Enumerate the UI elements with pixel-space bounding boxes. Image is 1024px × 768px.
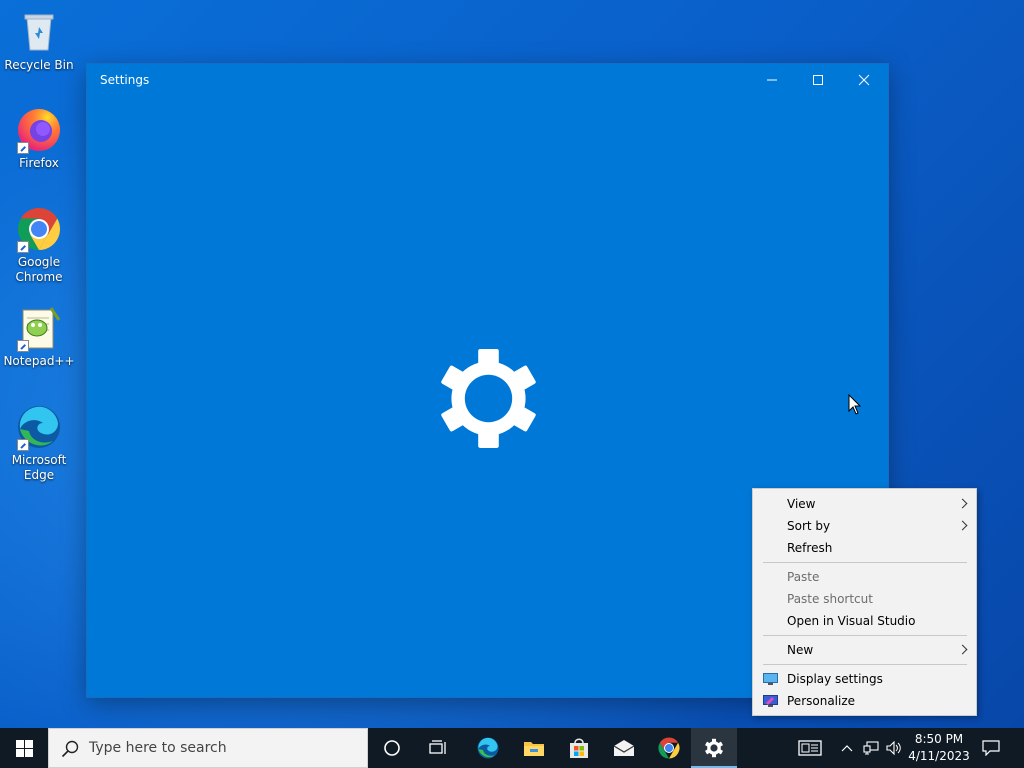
mail-icon — [613, 740, 635, 756]
start-button[interactable] — [0, 728, 48, 768]
file-explorer-icon — [524, 742, 544, 756]
close-button[interactable] — [841, 64, 887, 96]
notepad-plus-plus-icon — [15, 304, 63, 352]
mouse-cursor-icon — [848, 393, 862, 420]
menu-item-open-in-visual-studio[interactable]: Open in Visual Studio — [753, 610, 976, 632]
taskbar-edge-button[interactable] — [465, 728, 511, 768]
taskbar-settings-button[interactable] — [691, 728, 737, 768]
desktop-icon-label: Firefox — [19, 156, 59, 170]
desktop-icon-label-line1: Google — [17, 255, 61, 269]
windows-logo-icon — [15, 739, 33, 757]
task-view-icon — [429, 740, 446, 754]
menu-separator — [763, 664, 967, 665]
edge-icon — [477, 737, 499, 759]
menu-item-paste: Paste — [787, 570, 820, 584]
desktop-icon-recycle-bin[interactable]: Recycle Bin — [0, 8, 78, 73]
taskbar-clock[interactable]: 8:50 PM 4/11/2023 — [900, 731, 978, 765]
taskbar-mail-button[interactable] — [601, 728, 647, 768]
chevron-right-icon — [957, 498, 968, 509]
menu-separator — [763, 635, 967, 636]
news-icon — [798, 740, 822, 756]
chevron-right-icon — [957, 520, 968, 531]
taskbar-file-explorer-button[interactable] — [511, 728, 557, 768]
personalize-icon — [763, 695, 778, 707]
cortana-button[interactable] — [369, 728, 415, 768]
menu-item-paste-shortcut: Paste shortcut — [787, 592, 873, 606]
minimize-button[interactable] — [749, 64, 795, 96]
edge-icon — [15, 403, 63, 451]
taskbar-store-button[interactable] — [556, 728, 602, 768]
maximize-icon — [813, 75, 823, 85]
desktop-icon-edge[interactable]: Microsoft Edge — [0, 403, 78, 483]
chrome-icon — [658, 737, 680, 759]
desktop-icon-notepad-plus-plus[interactable]: Notepad++ — [0, 304, 78, 369]
display-icon — [763, 673, 778, 685]
recycle-bin-icon — [15, 8, 63, 56]
cortana-icon — [384, 740, 400, 756]
chevron-right-icon — [957, 644, 968, 655]
firefox-icon — [15, 106, 63, 154]
menu-item-view[interactable]: View — [753, 493, 976, 515]
desktop-icon-label-line2: Edge — [23, 468, 55, 482]
desktop-icon-label: Notepad++ — [3, 354, 75, 368]
menu-item-display-settings[interactable]: Display settings — [753, 668, 976, 690]
desktop-context-menu[interactable]: View Sort by Refresh Paste Paste shortcu… — [752, 488, 977, 716]
show-hidden-icons-button[interactable] — [836, 728, 858, 768]
desktop-icon-label-line2: Chrome — [15, 270, 63, 284]
clock-time: 8:50 PM — [914, 732, 964, 746]
chrome-icon — [15, 205, 63, 253]
store-icon — [570, 738, 588, 758]
notification-icon — [982, 740, 1000, 756]
minimize-icon — [767, 79, 777, 81]
desktop-icon-label: Recycle Bin — [4, 58, 74, 72]
maximize-button[interactable] — [795, 64, 841, 96]
chevron-up-icon — [841, 745, 853, 752]
taskbar: Type here to search 8:50 PM 4/11/2023 — [0, 728, 1024, 768]
window-title: Settings — [100, 73, 150, 87]
menu-item-new[interactable]: New — [753, 639, 976, 661]
menu-item-refresh[interactable]: Refresh — [753, 537, 976, 559]
search-placeholder: Type here to search — [89, 740, 227, 756]
task-view-button[interactable] — [416, 728, 462, 768]
desktop-icon-chrome[interactable]: Google Chrome — [0, 205, 78, 285]
clock-date: 4/11/2023 — [908, 749, 970, 763]
menu-item-personalize[interactable]: Personalize — [753, 690, 976, 712]
search-icon — [61, 740, 79, 758]
desktop-icon-label-line1: Microsoft — [11, 453, 67, 467]
settings-icon — [705, 738, 723, 758]
desktop-icon-firefox[interactable]: Firefox — [0, 106, 78, 171]
gear-icon — [437, 347, 540, 450]
news-button[interactable] — [792, 728, 828, 768]
network-button[interactable] — [860, 728, 882, 768]
network-icon — [863, 741, 879, 755]
menu-separator — [763, 562, 967, 563]
taskbar-chrome-button[interactable] — [646, 728, 692, 768]
menu-item-sort-by[interactable]: Sort by — [753, 515, 976, 537]
close-icon — [858, 74, 870, 86]
action-center-button[interactable] — [976, 728, 1006, 768]
search-input[interactable]: Type here to search — [48, 728, 368, 768]
